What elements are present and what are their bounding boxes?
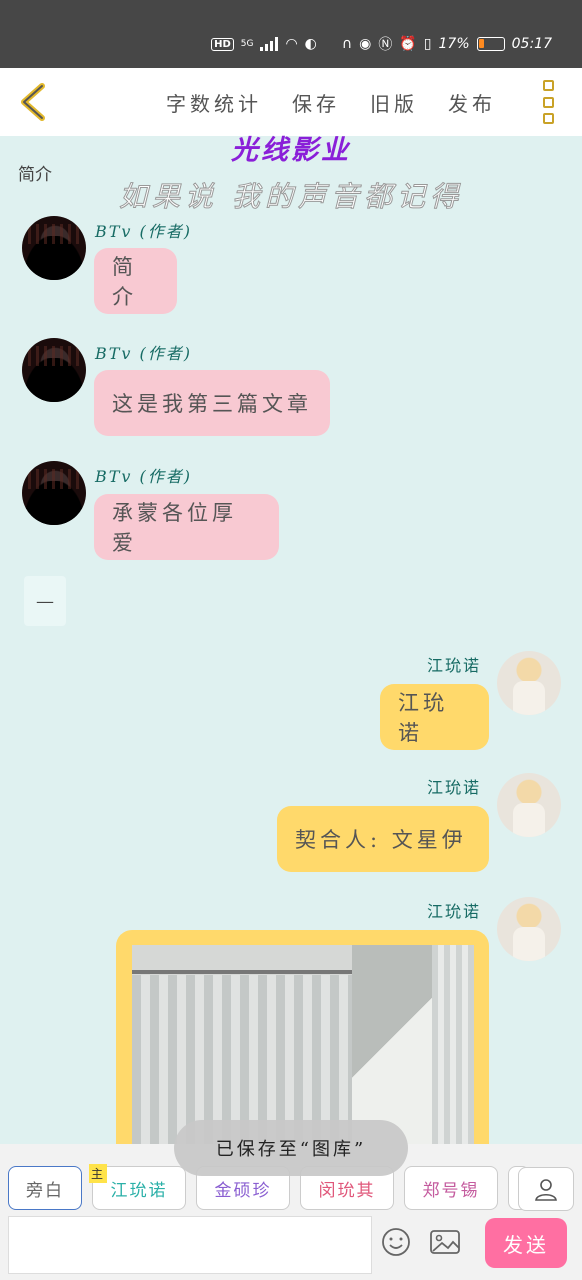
more-menu-icon[interactable] — [543, 80, 557, 124]
hd-badge: HD — [211, 37, 234, 51]
message-author: 江玧诺 — [427, 778, 482, 797]
person-icon — [535, 1179, 557, 1201]
message-bubble[interactable]: 简介 — [94, 248, 177, 314]
character-avatar[interactable] — [497, 651, 561, 715]
message-bubble[interactable]: 江玧诺 — [380, 684, 489, 750]
message-author: BTv (作者) — [95, 467, 193, 486]
battery-icon — [476, 37, 505, 51]
role-narrator[interactable]: 旁白 — [8, 1166, 82, 1210]
brand-title: 光线影业 — [231, 135, 351, 166]
network-label: 5G — [240, 39, 254, 49]
clock: 05:17 — [511, 36, 552, 52]
vibrate-icon: ▯ — [423, 36, 432, 52]
headphones-icon: ∩ — [341, 36, 353, 52]
message-author: 江玧诺 — [427, 902, 482, 921]
story-subtitle: 如果说 我的声音都记得 — [119, 180, 463, 214]
back-arrow-icon[interactable] — [14, 78, 58, 126]
old-version-button[interactable]: 旧版 — [370, 88, 418, 117]
message-bubble[interactable]: 契合人: 文星伊 — [277, 806, 489, 872]
battery-percent: 17% — [438, 36, 470, 52]
author-avatar[interactable] — [22, 338, 86, 402]
signal-icon — [260, 37, 279, 51]
word-count-button[interactable]: 字数统计 — [166, 88, 262, 117]
top-toolbar: 字数统计 保存 旧版 发布 — [0, 68, 582, 136]
message-author: BTv (作者) — [95, 222, 193, 241]
toolbar-menu: 字数统计 保存 旧版 发布 — [166, 88, 496, 117]
message-author: 江玧诺 — [427, 656, 482, 675]
character-avatar[interactable] — [497, 773, 561, 837]
role-jiang-yunnuo[interactable]: 主江玧诺 — [89, 1164, 186, 1210]
emoji-icon[interactable] — [380, 1226, 412, 1258]
save-button[interactable]: 保存 — [292, 88, 340, 117]
main-role-badge: 主 — [89, 1164, 108, 1183]
message-bubble[interactable]: 这是我第三篇文章 — [94, 370, 330, 436]
publish-button[interactable]: 发布 — [448, 88, 496, 117]
send-button[interactable]: 发送 — [485, 1218, 567, 1268]
message-author: BTv (作者) — [95, 344, 193, 363]
author-avatar[interactable] — [22, 461, 86, 525]
wifi-icon: ◠ — [285, 36, 298, 52]
character-avatar[interactable] — [497, 897, 561, 961]
message-bubble[interactable]: 承蒙各位厚爱 — [94, 494, 279, 560]
data-saver-icon: ◐ — [304, 36, 317, 52]
nfc-icon: Ⓝ — [378, 37, 393, 53]
add-character-button[interactable] — [518, 1167, 574, 1211]
message-input[interactable] — [8, 1216, 372, 1274]
save-toast: 已保存至“图库” — [174, 1120, 408, 1176]
alarm-icon: ⏰ — [399, 36, 417, 52]
status-bar: HD 5G ◠ ◐ ∩ ◉ Ⓝ ⏰ ▯ 17% 05:17 — [0, 0, 582, 68]
divider-button[interactable]: — — [24, 576, 66, 626]
role-jung-hoseok[interactable]: 郑号锡 — [404, 1166, 498, 1210]
eye-icon: ◉ — [359, 36, 372, 52]
author-avatar[interactable] — [22, 216, 86, 280]
image-picker-icon[interactable] — [428, 1226, 462, 1258]
status-icons: HD 5G ◠ ◐ ∩ ◉ Ⓝ ⏰ ▯ 17% 05:17 — [211, 34, 552, 54]
